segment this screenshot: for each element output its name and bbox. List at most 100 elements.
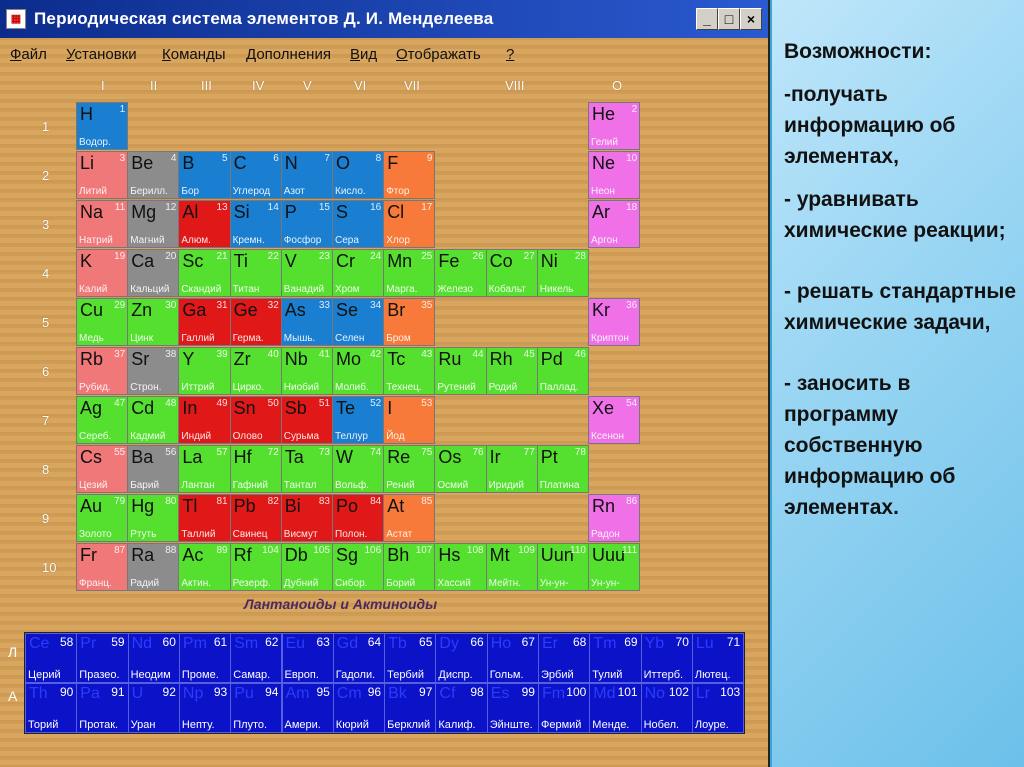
element-cell-ac[interactable]: Ac 89 Актин. (178, 543, 231, 591)
element-cell-rh[interactable]: Rh 45 Родий (485, 347, 538, 395)
element-cell-h[interactable]: H 1 Водор. (76, 102, 129, 150)
close-button[interactable]: × (740, 8, 762, 30)
element-cell-at[interactable]: At 85 Астат (383, 494, 436, 542)
f-element-cell-es[interactable]: Es 99 Эйнште. (486, 683, 539, 733)
f-element-cell-tm[interactable]: Tm 69 Тулий (589, 633, 642, 683)
element-cell-mt[interactable]: Mt 109 Мейтн. (485, 543, 538, 591)
f-element-cell-md[interactable]: Md 101 Менде. (589, 683, 642, 733)
f-element-cell-ce[interactable]: Ce 58 Церий (25, 633, 78, 683)
element-cell-tl[interactable]: Tl 81 Таллий (178, 494, 231, 542)
element-cell-he[interactable]: He 2 Гелий (588, 102, 641, 150)
title-bar[interactable]: ▦ Периодическая система элементов Д. И. … (0, 0, 768, 38)
element-cell-ag[interactable]: Ag 47 Сереб. (76, 396, 129, 444)
element-cell-ca[interactable]: Ca 20 Кальций (127, 249, 180, 297)
f-element-cell-np[interactable]: Np 93 Непту. (178, 683, 232, 733)
element-cell-bi[interactable]: Bi 83 Висмут (280, 494, 333, 542)
f-element-cell-cf[interactable]: Cf 98 Калиф. (435, 683, 488, 733)
menu-commands[interactable]: Команды (162, 46, 226, 63)
element-cell-s[interactable]: S 16 Сера (332, 200, 385, 248)
element-cell-rn[interactable]: Rn 86 Радон (588, 494, 641, 542)
element-cell-cd[interactable]: Cd 48 Кадмий (127, 396, 180, 444)
element-cell-na[interactable]: Na 11 Натрий (76, 200, 129, 248)
f-element-cell-no[interactable]: No 102 Нобел. (640, 683, 693, 733)
element-cell-ge[interactable]: Ge 32 Герма. (229, 298, 282, 346)
element-cell-ra[interactable]: Ra 88 Радий (127, 543, 180, 591)
element-cell-y[interactable]: Y 39 Иттрий (178, 347, 231, 395)
element-cell-au[interactable]: Au 79 Золото (76, 494, 129, 542)
element-cell-fe[interactable]: Fe 26 Железо (434, 249, 487, 297)
f-element-cell-lr[interactable]: Lr 103 Лоуре. (691, 683, 745, 733)
minimize-button[interactable]: _ (696, 8, 718, 30)
element-cell-ar[interactable]: Ar 18 Аргон (588, 200, 641, 248)
menu-settings[interactable]: Установки (66, 46, 137, 63)
f-element-cell-eu[interactable]: Eu 63 Европ. (281, 633, 334, 683)
element-cell-uun[interactable]: Uun 110 Ун-ун- (536, 543, 589, 591)
f-element-cell-fm[interactable]: Fm 100 Фермий (538, 683, 591, 733)
element-cell-tc[interactable]: Tc 43 Технец. (383, 347, 436, 395)
maximize-button[interactable]: □ (718, 8, 740, 30)
element-cell-w[interactable]: W 74 Вольф. (332, 445, 385, 493)
element-cell-cu[interactable]: Cu 29 Медь (76, 298, 129, 346)
menu-help[interactable]: ? (506, 46, 514, 63)
element-cell-mo[interactable]: Mo 42 Молиб. (332, 347, 385, 395)
f-element-cell-th[interactable]: Th 90 Торий (25, 683, 78, 733)
element-cell-pb[interactable]: Pb 82 Свинец (229, 494, 282, 542)
element-cell-c[interactable]: C 6 Углерод (229, 151, 282, 199)
menu-additions[interactable]: Дополнения (246, 46, 331, 63)
element-cell-br[interactable]: Br 35 Бром (383, 298, 436, 346)
menu-display[interactable]: Отображать (396, 46, 481, 63)
element-cell-ru[interactable]: Ru 44 Рутений (434, 347, 487, 395)
element-cell-as[interactable]: As 33 Мышь. (280, 298, 333, 346)
element-cell-se[interactable]: Se 34 Селен (332, 298, 385, 346)
f-element-cell-pu[interactable]: Pu 94 Плуто. (230, 683, 283, 733)
element-cell-re[interactable]: Re 75 Рений (383, 445, 436, 493)
f-element-cell-er[interactable]: Er 68 Эрбий (538, 633, 591, 683)
element-cell-po[interactable]: Po 84 Полон. (332, 494, 385, 542)
f-element-cell-tb[interactable]: Tb 65 Тербий (384, 633, 437, 683)
element-cell-te[interactable]: Te 52 Теллур (332, 396, 385, 444)
element-cell-mg[interactable]: Mg 12 Магний (127, 200, 180, 248)
f-element-cell-ho[interactable]: Ho 67 Гольм. (486, 633, 539, 683)
element-cell-la[interactable]: La 57 Лантан (178, 445, 231, 493)
element-cell-sr[interactable]: Sr 38 Строн. (127, 347, 180, 395)
element-cell-mn[interactable]: Mn 25 Марга. (383, 249, 436, 297)
element-cell-bh[interactable]: Bh 107 Борий (383, 543, 436, 591)
element-cell-n[interactable]: N 7 Азот (280, 151, 333, 199)
f-element-cell-lu[interactable]: Lu 71 Лютец. (691, 633, 745, 683)
element-cell-co[interactable]: Co 27 Кобальт (485, 249, 538, 297)
element-cell-o[interactable]: O 8 Кисло. (332, 151, 385, 199)
element-cell-hg[interactable]: Hg 80 Ртуть (127, 494, 180, 542)
f-element-cell-dy[interactable]: Dy 66 Диспр. (435, 633, 488, 683)
menu-file[interactable]: Файл (10, 46, 47, 63)
element-cell-zn[interactable]: Zn 30 Цинк (127, 298, 180, 346)
element-cell-b[interactable]: B 5 Бор (178, 151, 231, 199)
element-cell-db[interactable]: Db 105 Дубний (280, 543, 333, 591)
f-element-cell-pm[interactable]: Pm 61 Проме. (178, 633, 232, 683)
app-icon[interactable]: ▦ (6, 9, 26, 29)
element-cell-ne[interactable]: Ne 10 Неон (588, 151, 641, 199)
element-cell-v[interactable]: V 23 Ванадий (280, 249, 333, 297)
element-cell-i[interactable]: I 53 Йод (383, 396, 436, 444)
f-element-cell-sm[interactable]: Sm 62 Самар. (230, 633, 283, 683)
element-cell-p[interactable]: P 15 Фосфор (280, 200, 333, 248)
f-element-cell-bk[interactable]: Bk 97 Берклий (384, 683, 437, 733)
element-cell-rf[interactable]: Rf 104 Резерф. (229, 543, 282, 591)
element-cell-zr[interactable]: Zr 40 Цирко. (229, 347, 282, 395)
element-cell-xe[interactable]: Xe 54 Ксенон (588, 396, 641, 444)
element-cell-hf[interactable]: Hf 72 Гафний (229, 445, 282, 493)
f-element-cell-am[interactable]: Am 95 Амери. (281, 683, 334, 733)
element-cell-ir[interactable]: Ir 77 Иридий (485, 445, 538, 493)
element-cell-ga[interactable]: Ga 31 Галлий (178, 298, 231, 346)
element-cell-li[interactable]: Li 3 Литий (76, 151, 129, 199)
f-element-cell-u[interactable]: U 92 Уран (127, 683, 180, 733)
element-cell-al[interactable]: Al 13 Алюм. (178, 200, 231, 248)
element-cell-cl[interactable]: Cl 17 Хлор (383, 200, 436, 248)
element-cell-kr[interactable]: Kr 36 Криптон (588, 298, 641, 346)
f-element-cell-cm[interactable]: Cm 96 Кюрий (332, 683, 386, 733)
element-cell-os[interactable]: Os 76 Осмий (434, 445, 487, 493)
f-element-cell-pr[interactable]: Pr 59 Празео. (76, 633, 129, 683)
element-cell-ba[interactable]: Ba 56 Барий (127, 445, 180, 493)
element-cell-f[interactable]: F 9 Фтор (383, 151, 436, 199)
element-cell-ti[interactable]: Ti 22 Титан (229, 249, 282, 297)
element-cell-pd[interactable]: Pd 46 Паллад. (536, 347, 589, 395)
